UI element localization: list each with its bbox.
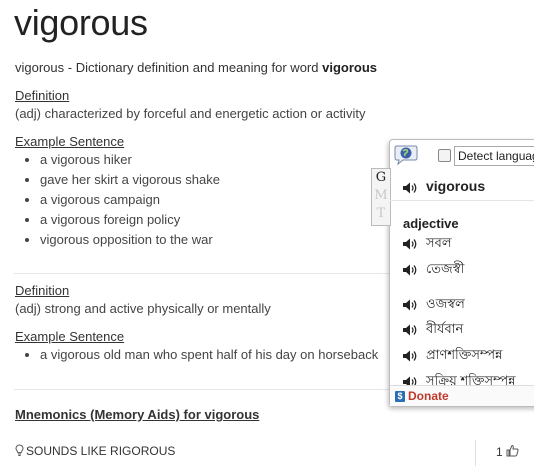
speaker-icon[interactable] (402, 263, 418, 277)
speaker-icon[interactable] (402, 349, 418, 363)
mnemonic-item: SOUNDS LIKE RIGOROUS (15, 444, 175, 460)
example-list-2: a vigorous old man who spent half of his… (22, 345, 378, 365)
mnemonic-text: SOUNDS LIKE RIGOROUS (26, 444, 176, 459)
lightbulb-icon (15, 444, 24, 460)
translation-row[interactable]: তেজস্বী (402, 260, 464, 281)
translation-row[interactable]: সক্রিয় শক্তিসম্পন্ন (402, 372, 516, 386)
donate-label: Donate (408, 389, 449, 403)
speaker-icon[interactable] (402, 323, 418, 337)
example-item: a vigorous foreign policy (40, 210, 220, 230)
example-label-1: Example Sentence (15, 134, 125, 149)
example-item: gave her skirt a vigorous shake (40, 170, 220, 190)
divider (14, 389, 390, 390)
tab-translator[interactable]: T (372, 205, 390, 223)
translation-row[interactable]: বীর্যবান (402, 320, 463, 341)
translator-popup: Detect language G M T vigorous adjective… (371, 139, 534, 407)
popup-word: vigorous (426, 178, 486, 194)
page-title: vigorous (14, 2, 148, 43)
example-item: vigorous opposition to the war (40, 230, 220, 250)
example-item: a vigorous old man who spent half of his… (40, 345, 378, 365)
definition-label-1: Definition (15, 88, 70, 103)
thumbs-up-icon (506, 444, 519, 460)
definition-text-1: (adj) characterized by forceful and ener… (15, 106, 366, 121)
popup-word-row: vigorous (402, 178, 485, 195)
part-of-speech: adjective (403, 216, 459, 231)
translation-row[interactable]: ওজস্বল (402, 295, 465, 316)
popup-divider (390, 200, 534, 201)
translator-globe-icon[interactable] (394, 144, 418, 166)
donate-link[interactable]: $ Donate (395, 389, 449, 403)
translation-text: তেজস্বী (426, 261, 465, 276)
translator-tabs: G M T (371, 168, 391, 226)
translation-row[interactable]: প্রাণশক্তিসম্পন্ন (402, 346, 502, 367)
definition-label-2: Definition (15, 283, 70, 298)
like-count: 1 (496, 445, 503, 459)
page-subtitle: vigorous - Dictionary definition and mea… (15, 60, 377, 75)
translation-text: বীর্যবান (426, 321, 464, 336)
example-item: a vigorous campaign (40, 190, 220, 210)
speaker-icon[interactable] (402, 298, 418, 312)
popup-footer: $ Donate (390, 385, 534, 406)
source-language-select[interactable]: Detect language (454, 146, 534, 166)
speaker-icon[interactable] (402, 181, 418, 195)
dollar-icon: $ (395, 391, 405, 403)
popup-body: vigorous adjective সবল তেজস্বী ওজস্বল বী… (390, 170, 534, 386)
detect-language-checkbox[interactable] (438, 149, 451, 162)
translation-text: ওজস্বল (426, 296, 465, 311)
definition-text-2: (adj) strong and active physically or me… (15, 301, 271, 316)
popup-header: Detect language (390, 140, 534, 170)
translation-text: সবল (426, 235, 452, 250)
like-button[interactable]: 1 (496, 444, 519, 460)
separator (475, 440, 476, 466)
example-label-2: Example Sentence (15, 329, 125, 344)
example-list-1: a vigorous hiker gave her skirt a vigoro… (22, 150, 220, 250)
translation-row[interactable]: সবল (402, 234, 452, 255)
subtitle-prefix: vigorous - Dictionary definition and mea… (15, 60, 323, 75)
translation-text: প্রাণশক্তিসম্পন্ন (426, 347, 503, 362)
mnemonics-heading[interactable]: Mnemonics (Memory Aids) for vigorous (15, 407, 259, 422)
divider (14, 273, 390, 274)
example-item: a vigorous hiker (40, 150, 220, 170)
speaker-icon[interactable] (402, 237, 418, 251)
tab-microsoft[interactable]: M (372, 187, 390, 205)
tab-google[interactable]: G (372, 169, 390, 187)
subtitle-word: vigorous (322, 60, 378, 75)
